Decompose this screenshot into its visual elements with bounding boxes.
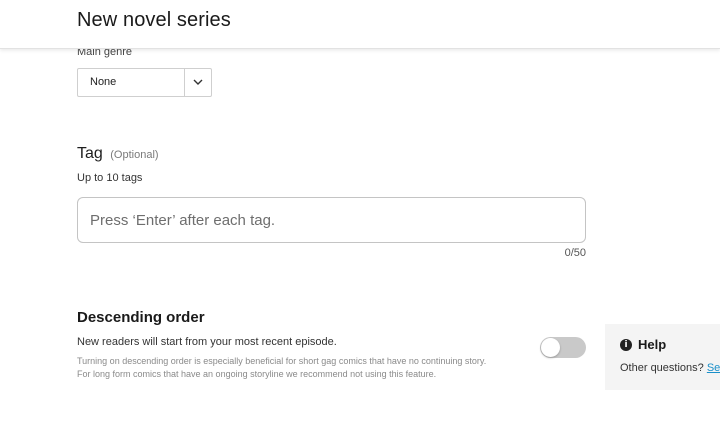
tag-heading-label: Tag [77,145,103,162]
descending-order-subtitle: New readers will start from your most re… [77,336,337,348]
main-genre-value: None [90,76,117,88]
tag-optional-label: (Optional) [110,149,159,161]
tag-heading: Tag (Optional) [77,145,159,163]
chevron-down-icon[interactable] [192,77,204,87]
tag-counter: 0/50 [564,247,586,259]
descending-order-note-line-2: For long form comics that have an ongoin… [77,369,437,379]
tag-subtitle: Up to 10 tags [77,172,143,184]
page-title: New novel series [77,9,231,31]
help-panel: i Help Other questions? Se [605,324,720,390]
tag-input[interactable] [77,197,586,243]
select-divider [184,69,185,96]
descending-order-note-line-1: Turning on descending order is especiall… [77,356,487,366]
descending-order-toggle[interactable] [540,337,586,358]
help-question: Other questions? [620,362,704,374]
toggle-knob [541,338,560,357]
main-genre-select[interactable]: None [77,68,212,97]
help-title: Help [638,337,667,352]
page-header: New novel series [0,0,720,49]
help-link[interactable]: Se [707,362,720,374]
info-icon: i [620,339,632,351]
descending-order-heading: Descending order [77,309,205,326]
descending-order-note: Turning on descending order is especiall… [77,355,527,381]
help-text: Other questions? Se [620,362,720,374]
